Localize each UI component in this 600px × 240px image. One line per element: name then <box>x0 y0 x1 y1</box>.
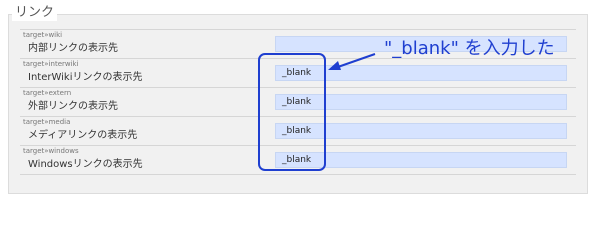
setting-label-cell: target»interwiki InterWikiリンクの表示先 <box>20 59 265 87</box>
annotation-arrow-icon <box>328 53 376 70</box>
setting-label-cell: target»extern 外部リンクの表示先 <box>20 88 265 116</box>
section-legend: リンク <box>12 5 58 21</box>
annotation-highlight-box <box>258 53 326 171</box>
setting-key: target»windows <box>23 147 79 155</box>
annotation-text: "_blank" を入力した <box>384 38 555 59</box>
setting-label-cell: target»media メディアリンクの表示先 <box>20 117 265 145</box>
setting-label-cell: target»wiki 内部リンクの表示先 <box>20 30 265 58</box>
setting-label[interactable]: 内部リンクの表示先 <box>28 42 118 56</box>
setting-label-cell: target»windows Windowsリンクの表示先 <box>20 146 265 174</box>
setting-key: target»interwiki <box>23 60 79 68</box>
setting-key: target»wiki <box>23 31 63 39</box>
setting-key: target»extern <box>23 89 72 97</box>
setting-label[interactable]: Windowsリンクの表示先 <box>28 158 143 172</box>
setting-key: target»media <box>23 118 71 126</box>
setting-label[interactable]: 外部リンクの表示先 <box>28 100 118 114</box>
setting-label[interactable]: InterWikiリンクの表示先 <box>28 71 143 85</box>
setting-label[interactable]: メディアリンクの表示先 <box>28 129 137 143</box>
